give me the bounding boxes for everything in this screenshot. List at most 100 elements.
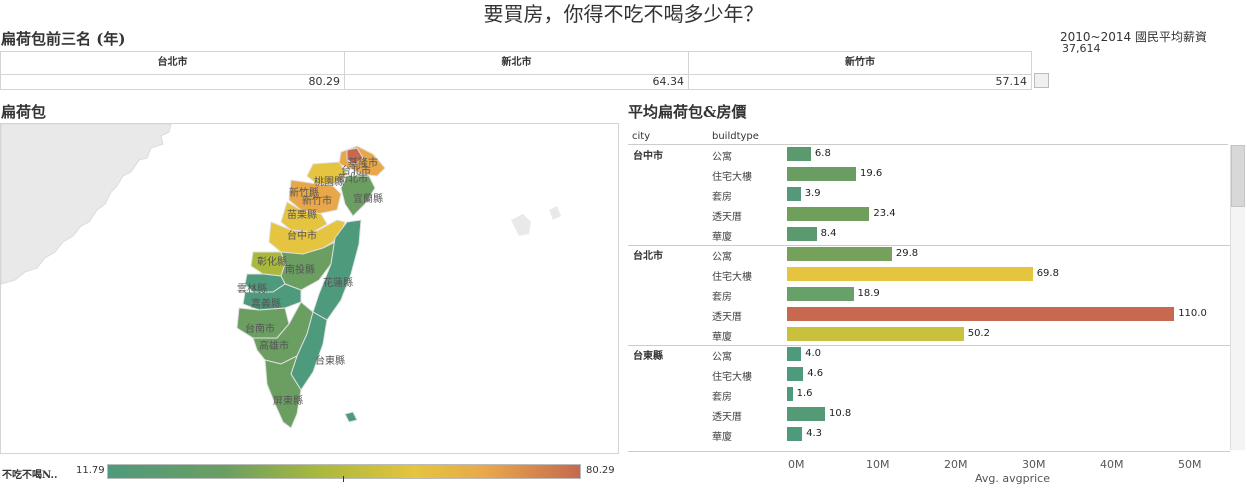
bar[interactable] — [787, 147, 811, 161]
bar-value-label: 29.8 — [895, 248, 919, 259]
chart-scrollbar-thumb[interactable] — [1231, 145, 1245, 207]
legend-title: 不吃不喝N.. — [2, 470, 58, 481]
buildtype-label: 華廈 — [712, 432, 732, 443]
x-tick-label: 30M — [1022, 458, 1046, 471]
map-label: 台中市 — [287, 231, 317, 242]
map-canvas — [1, 124, 561, 429]
bar[interactable] — [787, 367, 804, 381]
column-header-city[interactable]: city — [632, 131, 650, 142]
island-shape — [549, 206, 561, 220]
bar-value-label: 3.9 — [804, 188, 821, 199]
map-label: 台南市 — [245, 324, 275, 335]
map-label: 南投縣 — [285, 265, 315, 276]
taiwan-map[interactable]: 基隆市 台北市 新北市 桃園縣 宜蘭縣 新竹縣 新竹市 苗栗縣 台中市 彰化縣 … — [0, 123, 619, 454]
map-label: 苗栗縣 — [287, 210, 317, 221]
x-tick-label: 20M — [944, 458, 968, 471]
buildtype-label: 透天厝 — [712, 412, 742, 423]
bar[interactable] — [787, 247, 892, 261]
map-label: 宜蘭縣 — [353, 194, 383, 205]
map-label: 雲林縣 — [237, 284, 267, 295]
bar[interactable] — [787, 407, 826, 421]
island-shape — [511, 214, 531, 236]
bar[interactable] — [787, 347, 802, 361]
buildtype-label: 套房 — [712, 392, 732, 403]
buildtype-label: 透天厝 — [712, 312, 742, 323]
x-tick-label: 0M — [788, 458, 805, 471]
map-label: 高雄市 — [259, 341, 289, 352]
top3-value: 80.29 — [308, 75, 341, 88]
city-label: 台北市 — [633, 251, 663, 262]
buildtype-label: 住宅大樓 — [712, 272, 752, 283]
bar[interactable] — [787, 167, 856, 181]
x-axis-line — [628, 451, 1230, 452]
map-label: 新竹市 — [302, 196, 332, 207]
bar-value-label: 18.9 — [857, 288, 880, 299]
top3-value: 57.14 — [995, 75, 1028, 88]
x-tick-label: 10M — [866, 458, 890, 471]
group-divider — [628, 245, 1230, 246]
city-label: 台東縣 — [633, 351, 663, 362]
top3-column[interactable]: 新竹市 57.14 — [689, 52, 1031, 89]
buildtype-label: 公寓 — [712, 152, 732, 163]
bar[interactable] — [787, 227, 817, 241]
buildtype-label: 住宅大樓 — [712, 372, 752, 383]
bar[interactable] — [787, 267, 1033, 281]
column-header-buildtype[interactable]: buildtype — [712, 131, 759, 142]
mainland-shape — [1, 124, 172, 285]
bar[interactable] — [787, 187, 801, 201]
x-axis-title: Avg. avgprice — [975, 472, 1050, 485]
bar-value-label: 1.6 — [796, 388, 813, 399]
bar[interactable] — [787, 327, 964, 341]
top3-title: 扁荷包前三名 (年) — [1, 30, 126, 48]
buildtype-label: 華廈 — [712, 332, 732, 343]
salary-value: 37,614 — [1062, 42, 1101, 55]
bar-value-label: 50.2 — [967, 328, 990, 339]
bar-value-label: 23.4 — [873, 208, 896, 219]
bar[interactable] — [787, 287, 854, 301]
buildtype-label: 華廈 — [712, 232, 732, 243]
chart-title: 平均扁荷包&房價 — [628, 103, 747, 121]
legend-min: 11.79 — [76, 465, 105, 476]
top3-value: 64.34 — [652, 75, 685, 88]
bar-value-label: 69.8 — [1036, 268, 1059, 279]
buildtype-label: 住宅大樓 — [712, 172, 752, 183]
top3-city: 台北市 — [1, 52, 344, 75]
bar[interactable] — [787, 307, 1175, 321]
bar-value-label: 4.0 — [805, 348, 821, 359]
bar-value-label: 10.8 — [829, 408, 852, 419]
bar-chart-area[interactable]: 台中市 公寓 6.8 住宅大樓 19.6 套房 3.9 透天厝 23.4 華廈 8.4 台北市 公寓 29… — [628, 145, 1230, 445]
page-title: 要買房，你得不吃不喝多少年？ — [483, 2, 764, 26]
map-label: 嘉義縣 — [251, 299, 281, 310]
top3-table: 台北市 80.29 新北市 64.34 新竹市 57.14 — [0, 51, 1032, 90]
map-title: 扁荷包 — [1, 103, 47, 121]
bar-value-label: 110.0 — [1178, 308, 1207, 319]
map-label: 花蓮縣 — [323, 278, 353, 289]
legend-tick — [343, 476, 344, 482]
color-legend-bar[interactable] — [107, 464, 581, 479]
x-tick-label: 40M — [1100, 458, 1124, 471]
top3-column[interactable]: 台北市 80.29 — [1, 52, 345, 89]
bar[interactable] — [787, 387, 793, 401]
map-label: 屏東縣 — [273, 396, 303, 407]
bar-value-label: 8.4 — [820, 228, 837, 239]
group-divider — [628, 345, 1230, 346]
bar-value-label: 6.8 — [814, 148, 831, 159]
top3-column[interactable]: 新北市 64.34 — [345, 52, 689, 89]
map-label: 彰化縣 — [257, 257, 287, 268]
city-label: 台中市 — [633, 151, 663, 162]
buildtype-label: 公寓 — [712, 352, 732, 363]
bar[interactable] — [787, 427, 803, 441]
bar[interactable] — [787, 207, 870, 221]
buildtype-label: 套房 — [712, 192, 732, 203]
bar-value-label: 19.6 — [859, 168, 883, 179]
top3-city: 新竹市 — [689, 52, 1031, 75]
map-label: 台東縣 — [315, 356, 345, 367]
legend-max: 80.29 — [586, 465, 615, 476]
buildtype-label: 公寓 — [712, 252, 732, 263]
bar-value-label: 4.3 — [806, 428, 823, 439]
buildtype-label: 透天厝 — [712, 212, 742, 223]
top3-scroll-button[interactable] — [1034, 73, 1049, 88]
bar-value-label: 4.6 — [807, 368, 824, 379]
top3-city: 新北市 — [345, 52, 688, 75]
x-tick-label: 50M — [1178, 458, 1202, 471]
